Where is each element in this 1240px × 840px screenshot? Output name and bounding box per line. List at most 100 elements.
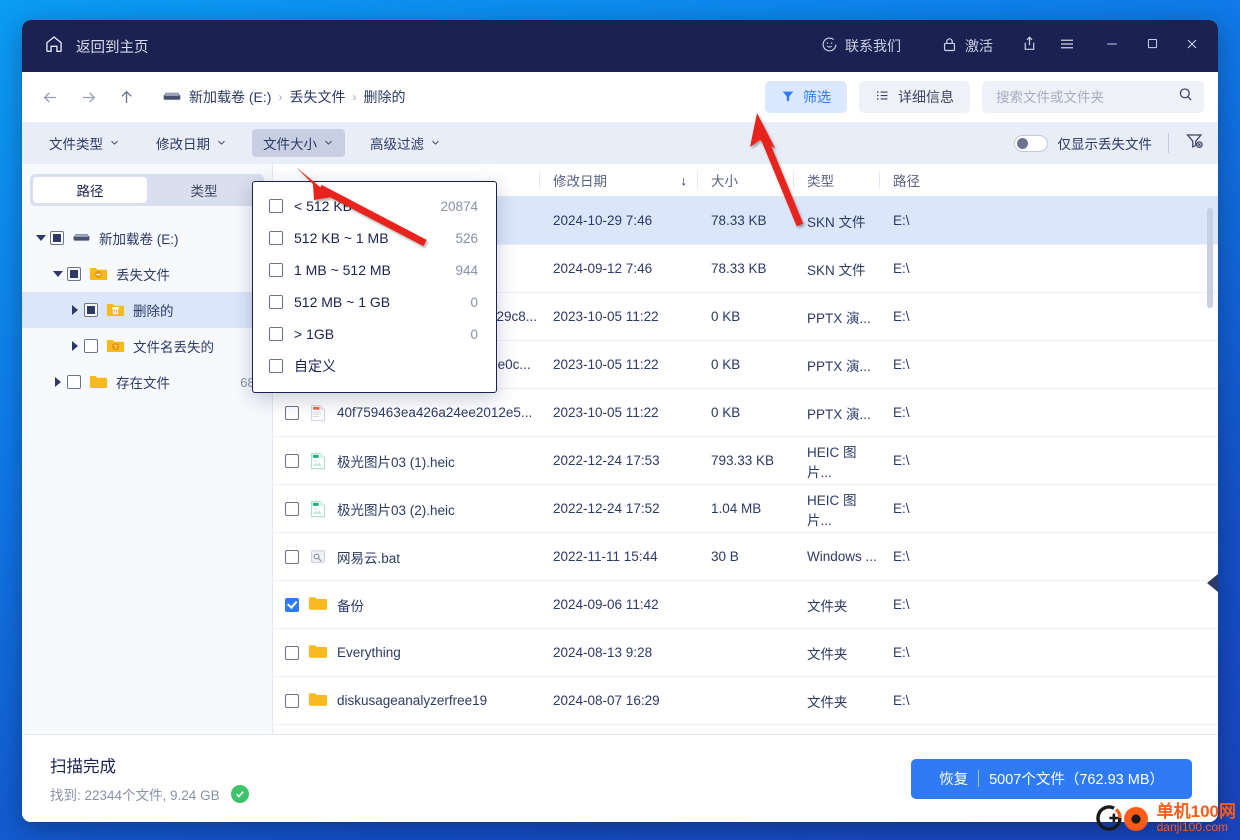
lost-folder-icon <box>89 266 108 282</box>
collapse-left-icon[interactable] <box>1207 574 1218 592</box>
file-path: E:\ <box>893 261 910 276</box>
menu-button[interactable] <box>1048 29 1086 63</box>
filter-dropdown-advanced[interactable]: 高级过滤 <box>359 129 452 157</box>
file-name: diskusageanalyzerfree19 <box>337 693 488 708</box>
expander-right-icon[interactable] <box>66 305 84 315</box>
recover-button[interactable]: 恢复 5007个文件（762.93 MB） <box>911 758 1192 799</box>
column-header-date[interactable]: 修改日期 ↓ <box>539 164 697 196</box>
row-checkbox[interactable] <box>285 693 299 708</box>
expander-down-icon[interactable] <box>49 271 67 277</box>
share-button[interactable] <box>1010 29 1048 63</box>
tree-node-existing-files[interactable]: 存在文件 689 <box>22 364 272 400</box>
sidebar-tab-path[interactable]: 路径 <box>33 177 147 203</box>
file-name-cell[interactable]: 备份 <box>273 581 539 628</box>
size-option-1[interactable]: 512 KB ~ 1 MB 526 <box>253 222 496 254</box>
file-path: E:\ <box>893 645 910 660</box>
row-checkbox[interactable] <box>285 597 299 612</box>
filter-dropdown-file-type[interactable]: 文件类型 <box>38 129 131 157</box>
size-option-checkbox[interactable] <box>269 263 283 277</box>
heic-image-icon <box>308 451 328 471</box>
row-checkbox[interactable] <box>285 645 299 660</box>
sidebar-tab-type[interactable]: 类型 <box>147 177 261 203</box>
up-button[interactable] <box>108 80 144 114</box>
size-option-checkbox[interactable] <box>269 295 283 309</box>
row-checkbox[interactable] <box>285 501 299 516</box>
show-lost-only-toggle[interactable]: 仅显示丢失文件 <box>1013 133 1152 153</box>
filter-dropdown-modified-date[interactable]: 修改日期 <box>145 129 238 157</box>
activate-button[interactable]: 激活 <box>932 30 1002 62</box>
chevron-down-icon <box>430 136 441 151</box>
filter-dropdown-file-size[interactable]: 文件大小 <box>252 129 345 157</box>
size-option-3[interactable]: 512 MB ~ 1 GB 0 <box>253 286 496 318</box>
table-row[interactable]: 极光图片03 (1).heic 2022-12-24 17:53 793.33 … <box>273 437 1218 485</box>
file-name-cell[interactable]: Everything <box>273 629 539 676</box>
row-checkbox[interactable] <box>285 453 299 468</box>
table-row[interactable]: 40f759463ea426a24ee2012e5... 2023-10-05 … <box>273 389 1218 437</box>
deleted-folder-icon <box>106 302 125 318</box>
row-checkbox[interactable] <box>285 549 299 564</box>
details-button[interactable]: 详细信息 <box>859 81 970 113</box>
vertical-scrollbar[interactable] <box>1207 208 1213 308</box>
file-name-cell[interactable]: 极光图片03 (2).heic <box>273 485 539 532</box>
table-row[interactable]: 备份 2024-09-06 11:42 文件夹 E:\ <box>273 581 1218 629</box>
minimize-button[interactable] <box>1092 27 1132 65</box>
size-option-0[interactable]: < 512 KB 20874 <box>253 190 496 222</box>
recover-button-detail: 5007个文件（762.93 MB） <box>989 772 1164 788</box>
tree-node-volume-e[interactable]: 新加载卷 (E:) <box>22 220 272 256</box>
file-date: 2024-08-13 9:28 <box>553 645 653 660</box>
row-checkbox[interactable] <box>285 405 299 420</box>
table-row[interactable]: 网易云.bat 2022-11-11 15:44 30 B Windows ..… <box>273 533 1218 581</box>
tree-checkbox[interactable] <box>67 375 81 389</box>
clear-filter-button[interactable] <box>1185 131 1204 155</box>
tree-node-lost-files[interactable]: 丢失文件 <box>22 256 272 292</box>
search-icon[interactable] <box>1177 86 1194 108</box>
search-box[interactable] <box>982 81 1204 113</box>
size-option-checkbox[interactable] <box>269 231 283 245</box>
size-option-5[interactable]: 自定义 <box>253 350 496 382</box>
size-option-2[interactable]: 1 MB ~ 512 MB 944 <box>253 254 496 286</box>
tree-checkbox[interactable] <box>67 267 81 281</box>
table-row[interactable]: diskusageanalyzerfree19 2024-08-07 16:29… <box>273 677 1218 725</box>
home-button[interactable]: 返回到主页 <box>36 29 157 64</box>
tree-node-lost-filename[interactable]: ? 文件名丢失的 <box>22 328 272 364</box>
sidebar: 路径 类型 新加载卷 (E:) 丢失文件 删除的 ? 文件名丢失的 存在文件 <box>22 164 273 734</box>
file-name-cell[interactable]: 40f759463ea426a24ee2012e5... <box>273 389 539 436</box>
breadcrumb-item-2[interactable]: 删除的 <box>363 87 405 107</box>
size-option-4[interactable]: > 1GB 0 <box>253 318 496 350</box>
navigation-bar: 新加载卷 (E:) › 丢失文件 › 删除的 筛选 详细信息 <box>22 72 1218 122</box>
tree-node-label: 文件名丢失的 <box>133 340 214 355</box>
file-date: 2022-11-11 15:44 <box>553 549 658 564</box>
expander-right-icon[interactable] <box>66 341 84 351</box>
file-name-cell[interactable]: diskusageanalyzerfree19 <box>273 677 539 724</box>
forward-button[interactable] <box>70 80 106 114</box>
search-input[interactable] <box>996 89 1177 105</box>
breadcrumb-item-1[interactable]: 丢失文件 <box>289 87 345 107</box>
size-option-checkbox[interactable] <box>269 199 283 213</box>
maximize-button[interactable] <box>1132 27 1172 65</box>
table-row[interactable]: Everything 2024-08-13 9:28 文件夹 E:\ <box>273 629 1218 677</box>
column-header-path[interactable]: 路径 <box>879 164 1218 196</box>
column-header-type[interactable]: 类型 <box>793 164 879 196</box>
expander-down-icon[interactable] <box>32 235 50 241</box>
tree-checkbox[interactable] <box>50 231 64 245</box>
scan-status-text: 找到: 22344个文件, 9.24 GB <box>50 788 220 803</box>
contact-us-button[interactable]: 联系我们 <box>812 30 910 62</box>
file-name-cell[interactable]: 极光图片03 (1).heic <box>273 437 539 484</box>
close-button[interactable] <box>1172 27 1212 65</box>
tree-checkbox[interactable] <box>84 303 98 317</box>
tree-checkbox[interactable] <box>84 339 98 353</box>
breadcrumb-item-0[interactable]: 新加载卷 (E:) <box>189 87 271 107</box>
column-header-size[interactable]: 大小 <box>697 164 793 196</box>
table-row[interactable]: 极光图片03 (2).heic 2022-12-24 17:52 1.04 MB… <box>273 485 1218 533</box>
size-option-checkbox[interactable] <box>269 359 283 373</box>
file-path: E:\ <box>893 597 910 612</box>
toggle-switch[interactable] <box>1013 134 1048 152</box>
size-option-checkbox[interactable] <box>269 327 283 341</box>
expander-right-icon[interactable] <box>49 377 67 387</box>
tree-node-deleted[interactable]: 删除的 <box>22 292 272 328</box>
file-type: PPTX 演... <box>807 310 871 326</box>
file-name-cell[interactable]: 网易云.bat <box>273 533 539 580</box>
back-button[interactable] <box>32 80 68 114</box>
filter-button[interactable]: 筛选 <box>765 81 847 113</box>
filter-button-label: 筛选 <box>803 89 831 105</box>
